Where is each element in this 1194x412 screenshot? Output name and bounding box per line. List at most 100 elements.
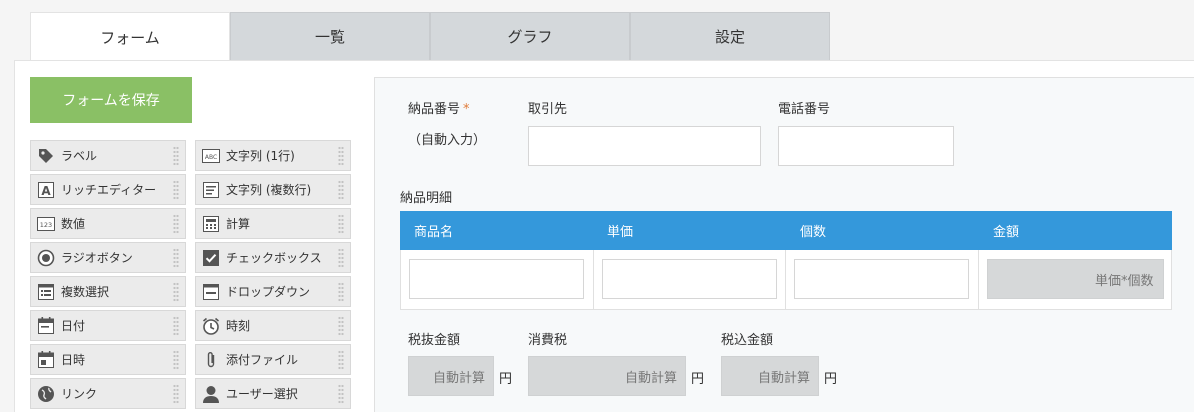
drag-handle-icon[interactable] [173,384,179,404]
drag-handle-icon[interactable] [173,248,179,268]
palette-item-time[interactable]: 時刻 [195,310,351,341]
tab-settings[interactable]: 設定 [630,12,830,60]
subtotal-label: 税抜金額 [408,333,461,348]
palette-item-radio[interactable]: ラジオボタン [30,242,186,273]
drag-handle-icon[interactable] [173,282,179,302]
palette-item-text: 日時 [61,353,86,367]
palette-item-attachment[interactable]: 添付ファイル [195,344,351,375]
tab-form[interactable]: フォーム [30,12,230,61]
tab-bar: フォーム 一覧 グラフ 設定 [30,12,830,61]
tax-label: 消費税 [528,333,568,348]
paperclip-icon [202,351,220,369]
total-calc-field: 自動計算 [721,356,819,396]
column-header-amount: 金額 [993,225,1020,240]
drag-handle-icon[interactable] [173,146,179,166]
delivery-no-label: 納品番号 * [408,102,470,117]
drag-handle-icon[interactable] [338,282,344,302]
product-input[interactable] [409,259,584,299]
palette-item-text: リンク [61,387,98,401]
globe-icon [37,385,55,403]
palette-item-date[interactable]: 日付 [30,310,186,341]
total-label: 税込金額 [721,333,774,348]
multiline-text-icon [202,181,220,199]
palette-item-text: 文字列 (1行) [226,149,295,163]
drag-handle-icon[interactable] [173,214,179,234]
palette-item-rich-editor[interactable]: A リッチエディター [30,174,186,205]
calculator-icon [202,215,220,233]
quantity-input[interactable] [794,259,969,299]
drag-handle-icon[interactable] [338,248,344,268]
drag-handle-icon[interactable] [338,350,344,370]
drag-handle-icon[interactable] [338,180,344,200]
palette-item-text: 複数選択 [61,285,110,299]
tax-calc-field: 自動計算 [528,356,686,396]
svg-text:123: 123 [40,221,52,229]
text-field-icon: ABC [202,147,220,165]
dropdown-icon [202,283,220,301]
palette-item-calc[interactable]: 計算 [195,208,351,239]
palette-item-checkbox[interactable]: チェックボックス [195,242,351,273]
client-input[interactable] [528,126,761,166]
clock-icon [202,317,220,335]
palette-item-multi-line-text[interactable]: 文字列 (複数行) [195,174,351,205]
palette-item-text: 時刻 [226,319,251,333]
phone-label: 電話番号 [778,102,831,117]
phone-input[interactable] [778,126,954,166]
multi-select-icon [37,283,55,301]
amount-calc-field: 単価*個数 [986,259,1164,299]
svg-text:ABC: ABC [205,154,217,161]
datetime-icon [37,351,55,369]
drag-handle-icon[interactable] [338,384,344,404]
subtotal-calc-field: 自動計算 [408,356,494,396]
palette-item-single-line-text[interactable]: ABC 文字列 (1行) [195,140,351,171]
palette-item-dropdown[interactable]: ドロップダウン [195,276,351,307]
palette-item-user-select[interactable]: ユーザー選択 [195,378,351,409]
radio-icon [37,249,55,267]
palette-item-text: 添付ファイル [226,353,299,367]
delivery-no-auto-value: （自動入力） [408,133,487,148]
table-row: 単価*個数 [400,250,1172,310]
palette-item-text: ラベル [61,149,98,163]
palette-item-datetime[interactable]: 日時 [30,344,186,375]
field-palette: ラベル ABC 文字列 (1行) A リッチエディター 文字列 (複数行) 12… [30,140,353,409]
detail-table-header: 商品名 単価 個数 金額 [400,211,1172,250]
palette-item-text: 計算 [226,217,251,231]
tab-list[interactable]: 一覧 [230,12,430,60]
subtotal-unit: 円 [499,372,513,387]
drag-handle-icon[interactable] [173,180,179,200]
column-header-quantity: 個数 [800,225,827,240]
palette-item-text: ドロップダウン [226,285,311,299]
tab-graph[interactable]: グラフ [430,12,630,60]
calendar-icon [37,317,55,335]
drag-handle-icon[interactable] [173,316,179,336]
save-form-button[interactable]: フォームを保存 [30,77,192,123]
palette-item-text: 日付 [61,319,86,333]
palette-item-label[interactable]: ラベル [30,140,186,171]
number-icon: 123 [37,215,55,233]
table-cell [401,250,594,309]
palette-item-text: ラジオボタン [61,251,133,265]
user-icon [202,385,220,403]
palette-item-text: 数値 [61,217,86,231]
table-cell: 単価*個数 [979,250,1172,309]
palette-item-text: チェックボックス [226,251,322,265]
drag-handle-icon[interactable] [338,214,344,234]
drag-handle-icon[interactable] [338,146,344,166]
column-header-unit-price: 単価 [607,225,634,240]
drag-handle-icon[interactable] [338,316,344,336]
drag-handle-icon[interactable] [173,350,179,370]
rich-editor-icon: A [37,181,55,199]
required-mark: * [463,102,470,117]
tag-icon [37,147,55,165]
checkbox-icon [202,249,220,267]
tax-unit: 円 [691,372,705,387]
palette-item-number[interactable]: 123 数値 [30,208,186,239]
palette-item-multi-select[interactable]: 複数選択 [30,276,186,307]
palette-item-link[interactable]: リンク [30,378,186,409]
detail-label: 納品明細 [400,191,453,206]
table-cell [786,250,979,309]
unit-price-input[interactable] [601,259,777,299]
client-label: 取引先 [528,102,568,117]
column-header-product: 商品名 [414,225,454,240]
palette-item-text: リッチエディター [61,183,157,197]
